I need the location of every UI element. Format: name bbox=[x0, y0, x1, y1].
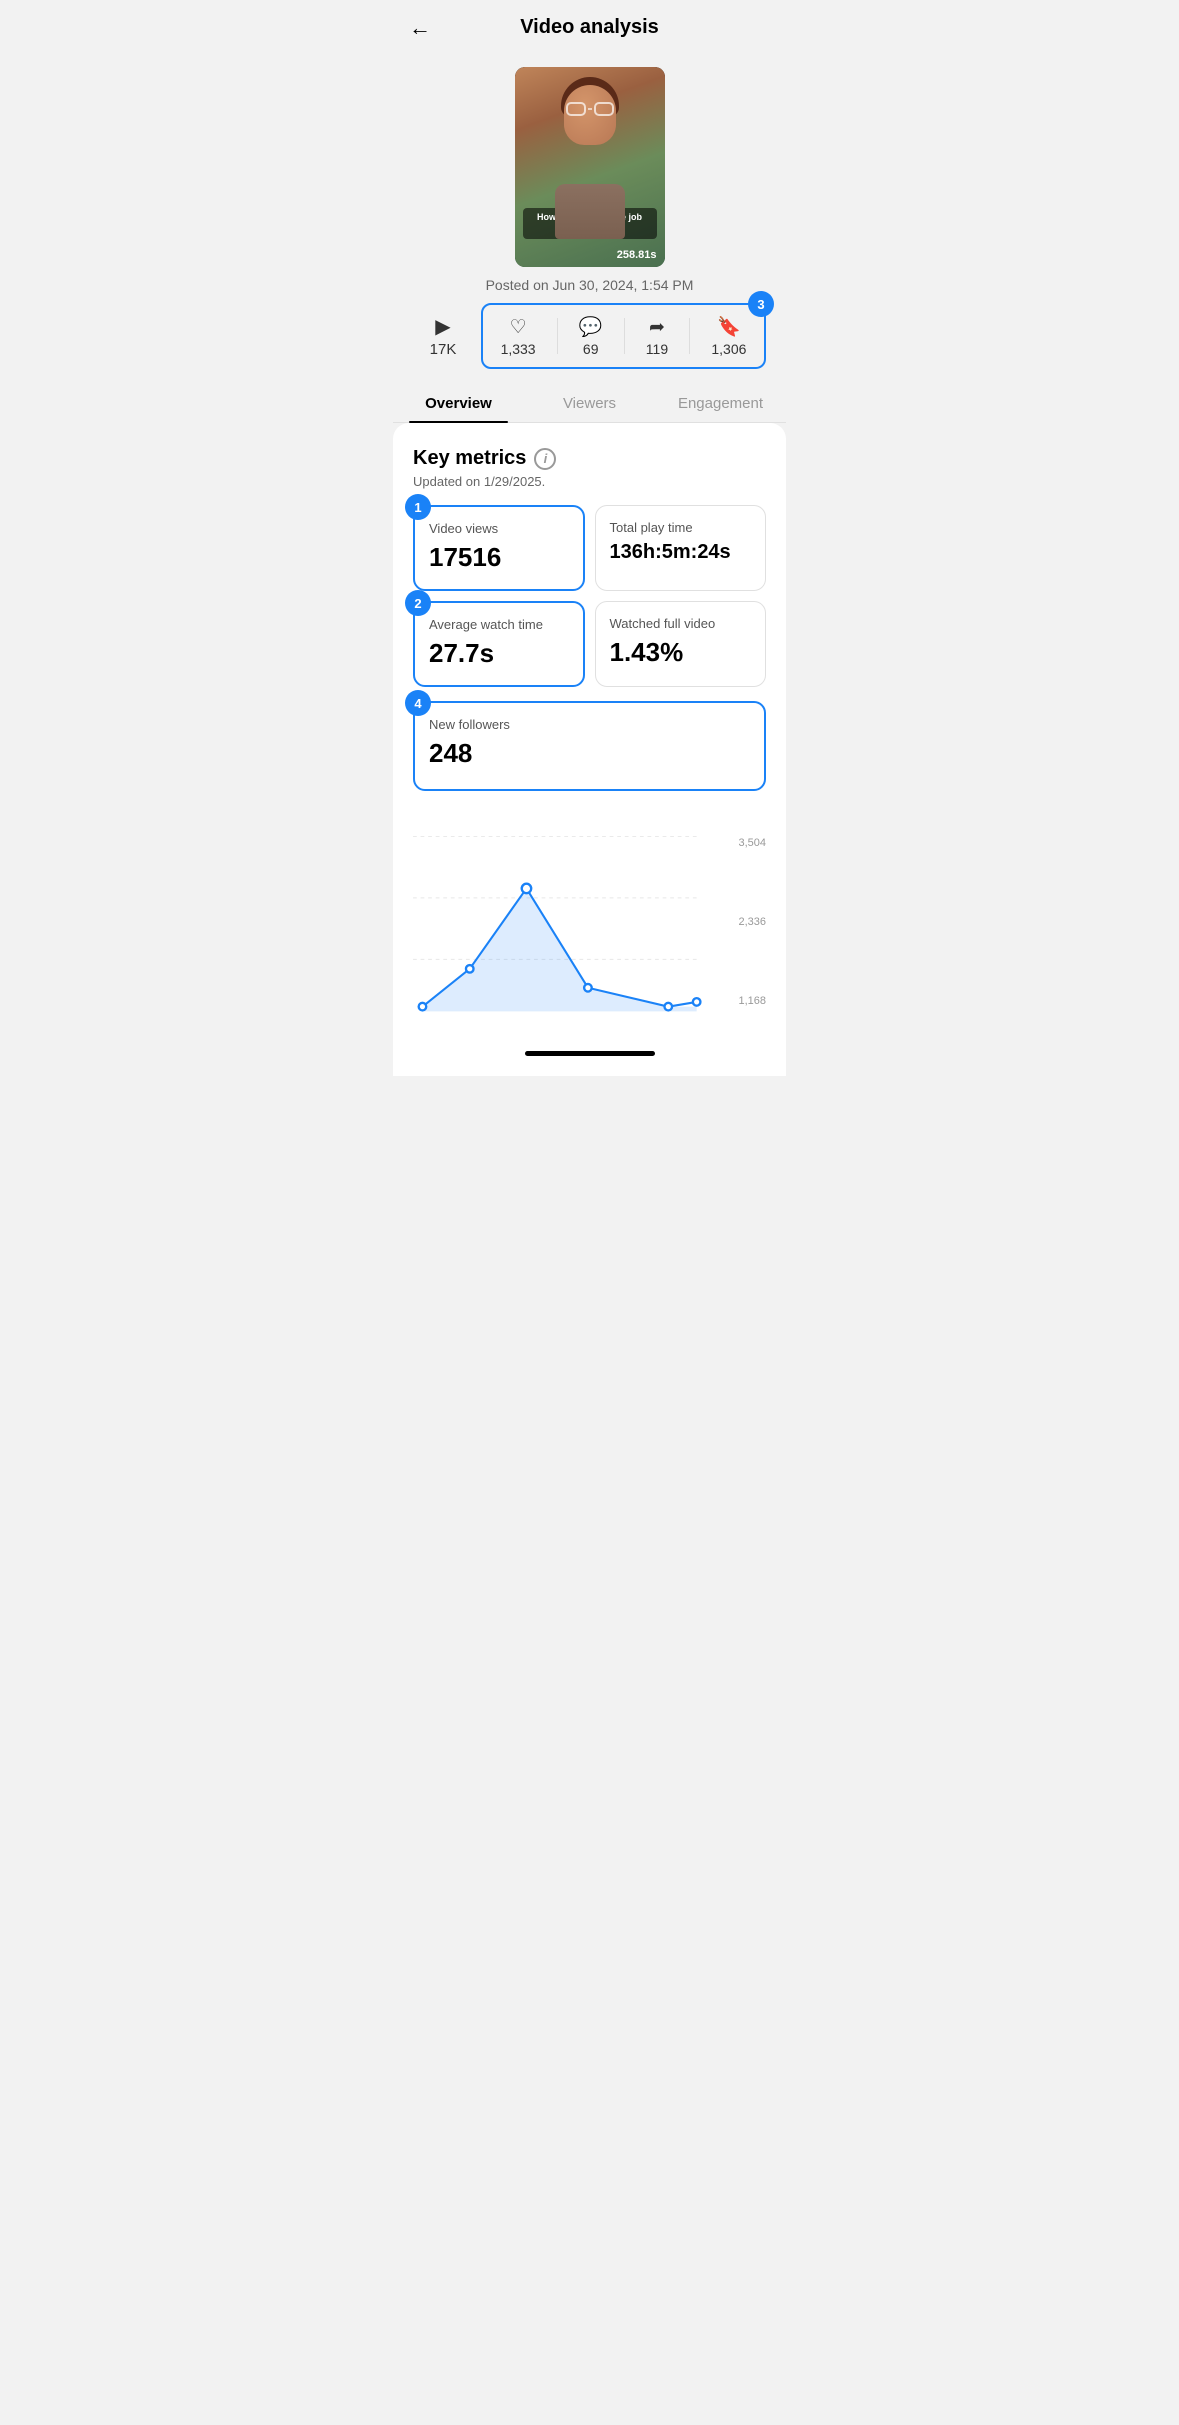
metric-label-followers: New followers bbox=[429, 717, 750, 732]
metric-card-full-video: Watched full video 1.43% bbox=[595, 601, 767, 687]
card-badge-2: 2 bbox=[405, 590, 431, 616]
metric-card-avg-watch: 2 Average watch time 27.7s bbox=[413, 601, 585, 687]
metric-value-followers: 248 bbox=[429, 738, 750, 769]
metric-card-new-followers: 4 New followers 248 bbox=[413, 701, 766, 791]
chart-dot-2 bbox=[466, 965, 474, 973]
chart-y-label-top: 3,504 bbox=[738, 837, 766, 849]
share-icon: ➦ bbox=[649, 316, 665, 339]
chart-dot-3 bbox=[522, 884, 531, 893]
bottom-bar bbox=[393, 1041, 786, 1076]
video-duration: 258.81s bbox=[617, 249, 657, 261]
comments-count: 69 bbox=[583, 341, 599, 357]
play-stat: ▶ 17K bbox=[413, 314, 473, 358]
heart-icon: ♡ bbox=[510, 316, 527, 339]
home-indicator bbox=[525, 1051, 655, 1056]
chart-dot-5 bbox=[664, 1003, 672, 1011]
metric-label-views: Video views bbox=[429, 521, 569, 536]
metric-value-fullvideo: 1.43% bbox=[610, 637, 752, 668]
back-button[interactable]: ← bbox=[409, 15, 431, 41]
metric-card-play-time: Total play time 136h:5m:24s bbox=[595, 505, 767, 591]
chart-dot-4 bbox=[584, 984, 592, 992]
metric-label-fullvideo: Watched full video bbox=[610, 616, 752, 631]
metric-card-video-views: 1 Video views 17516 bbox=[413, 505, 585, 591]
key-metrics-header: Key metrics i bbox=[413, 447, 766, 470]
shares-stat: ➦ 119 bbox=[640, 316, 674, 357]
chart-area: 3,504 2,336 1,168 bbox=[413, 807, 766, 1021]
play-icon: ▶ bbox=[435, 314, 450, 339]
content-area: Key metrics i Updated on 1/29/2025. 1 Vi… bbox=[393, 423, 786, 1041]
metric-value-playtime: 136h:5m:24s bbox=[610, 541, 752, 564]
stat-divider-2 bbox=[624, 318, 625, 354]
metric-value-views: 17516 bbox=[429, 542, 569, 573]
shares-count: 119 bbox=[646, 341, 668, 357]
metrics-grid: 1 Video views 17516 Total play time 136h… bbox=[413, 505, 766, 687]
chart-svg bbox=[413, 827, 734, 1016]
likes-count: 1,333 bbox=[501, 341, 536, 357]
metric-label-watchtime: Average watch time bbox=[429, 617, 569, 632]
bookmark-icon: 🔖 bbox=[717, 315, 741, 339]
video-thumbnail[interactable]: How to find a remote job outside the US … bbox=[515, 67, 665, 267]
chart-container bbox=[413, 827, 734, 1021]
stat-divider-3 bbox=[689, 318, 690, 354]
page-title: Video analysis bbox=[520, 16, 659, 39]
bookmarks-count: 1,306 bbox=[711, 341, 746, 357]
chart-dot-6 bbox=[693, 998, 701, 1006]
card-badge-4: 4 bbox=[405, 690, 431, 716]
comments-stat: 💬 69 bbox=[573, 315, 609, 357]
tab-overview[interactable]: Overview bbox=[393, 383, 524, 422]
metric-label-playtime: Total play time bbox=[610, 520, 752, 535]
play-count: 17K bbox=[430, 341, 457, 358]
header: ← Video analysis bbox=[393, 0, 786, 55]
metric-value-watchtime: 27.7s bbox=[429, 638, 569, 669]
info-icon[interactable]: i bbox=[534, 448, 556, 470]
tab-viewers[interactable]: Viewers bbox=[524, 383, 655, 422]
stats-section: ▶ 17K 3 ♡ 1,333 💬 69 ➦ 119 🔖 1,306 bbox=[393, 303, 786, 369]
likes-stat: ♡ 1,333 bbox=[495, 316, 542, 357]
key-metrics-title: Key metrics bbox=[413, 447, 526, 470]
tabs: Overview Viewers Engagement bbox=[393, 383, 786, 423]
stats-badge: 3 bbox=[748, 291, 774, 317]
stat-divider-1 bbox=[557, 318, 558, 354]
key-metrics-updated: Updated on 1/29/2025. bbox=[413, 474, 766, 489]
chart-y-label-mid: 2,336 bbox=[738, 916, 766, 928]
chart-area-fill bbox=[422, 888, 696, 1011]
comment-icon: 💬 bbox=[579, 315, 603, 339]
tab-engagement[interactable]: Engagement bbox=[655, 383, 786, 422]
chart-dot-1 bbox=[419, 1003, 427, 1011]
video-section: How to find a remote job outside the US … bbox=[393, 55, 786, 293]
engagement-stats-box: 3 ♡ 1,333 💬 69 ➦ 119 🔖 1,306 bbox=[481, 303, 766, 369]
chart-y-axis: 3,504 2,336 1,168 bbox=[734, 827, 766, 1007]
card-badge-1: 1 bbox=[405, 494, 431, 520]
chart-y-label-bot: 1,168 bbox=[738, 995, 766, 1007]
bookmarks-stat: 🔖 1,306 bbox=[705, 315, 752, 357]
video-posted-date: Posted on Jun 30, 2024, 1:54 PM bbox=[486, 277, 694, 293]
